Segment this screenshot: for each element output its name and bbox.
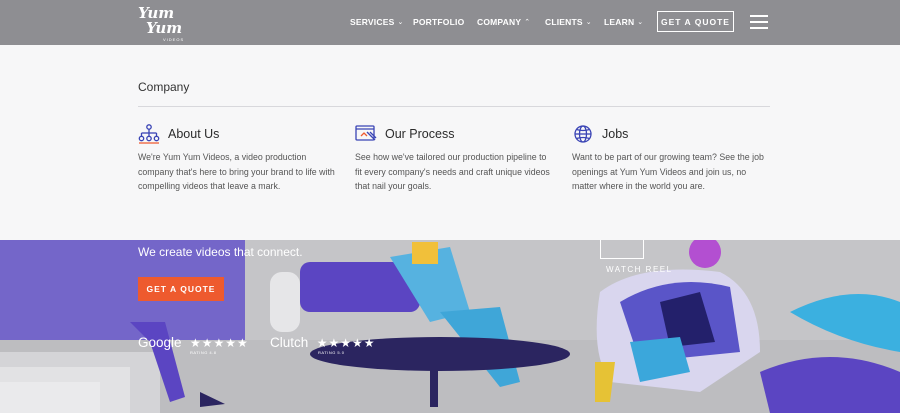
clutch-stars: ★★★★★ — [316, 335, 376, 350]
our-process-description: See how we've tailored our production pi… — [355, 152, 550, 191]
nav-item-services[interactable]: SERVICES ⌄ — [350, 17, 404, 27]
clutch-logo: Clutch — [270, 335, 309, 351]
hero-get-quote-button[interactable]: GET A QUOTE — [138, 277, 224, 301]
clutch-rating-caption: RATING 5.0 — [318, 350, 345, 355]
globe-icon — [572, 124, 594, 144]
top-navigation-bar: Yum Yum VIDEOS SERVICES ⌄ PORTFOLIO COMP… — [0, 0, 900, 45]
about-us-title: About Us — [168, 127, 220, 141]
about-us-description: We're Yum Yum Videos, a video production… — [138, 152, 335, 191]
chevron-down-icon: ⌄ — [585, 19, 592, 26]
nav-item-clients[interactable]: CLIENTS ⌄ — [545, 17, 592, 27]
menu-item-jobs[interactable]: Jobs Want to be part of our growing team… — [572, 123, 772, 194]
chevron-down-icon: ⌄ — [397, 19, 404, 26]
google-logo: Google — [138, 335, 182, 351]
org-chart-icon — [138, 124, 160, 144]
our-process-title: Our Process — [385, 127, 455, 141]
google-rating: Google ★★★★★ RATING 4.8 — [138, 334, 249, 355]
watch-reel-link[interactable]: WATCH REEL — [606, 265, 673, 274]
process-icon — [355, 124, 377, 144]
yum-yum-logo[interactable]: Yum Yum VIDEOS — [138, 4, 190, 43]
jobs-title: Jobs — [602, 127, 629, 141]
nav-item-learn[interactable]: LEARN ⌄ — [604, 17, 643, 27]
company-dropdown-menu: Company About Us We're Yum Yum Videos, a… — [0, 45, 900, 240]
chevron-down-icon: ⌄ — [637, 19, 644, 26]
jobs-description: Want to be part of our growing team? See… — [572, 152, 764, 191]
dropdown-divider — [138, 106, 770, 107]
google-rating-caption: RATING 4.8 — [190, 350, 217, 355]
nav-item-portfolio[interactable]: PORTFOLIO — [413, 17, 464, 27]
menu-item-about-us[interactable]: About Us We're Yum Yum Videos, a video p… — [138, 123, 338, 194]
google-stars: ★★★★★ — [190, 335, 249, 350]
watch-reel-frame — [600, 240, 644, 259]
nav-item-company[interactable]: COMPANY ⌃ — [477, 17, 530, 27]
hero-illustration — [0, 236, 900, 413]
nav-get-quote-button[interactable]: GET A QUOTE — [657, 11, 734, 32]
hero-tagline: We create videos that connect. — [138, 245, 303, 259]
dropdown-title: Company — [138, 80, 190, 94]
hamburger-icon[interactable] — [750, 15, 768, 29]
clutch-rating: Clutch ★★★★★ RATING 5.0 — [270, 334, 376, 355]
chevron-up-icon: ⌃ — [524, 19, 531, 26]
menu-item-our-process[interactable]: Our Process See how we've tailored our p… — [355, 123, 555, 194]
